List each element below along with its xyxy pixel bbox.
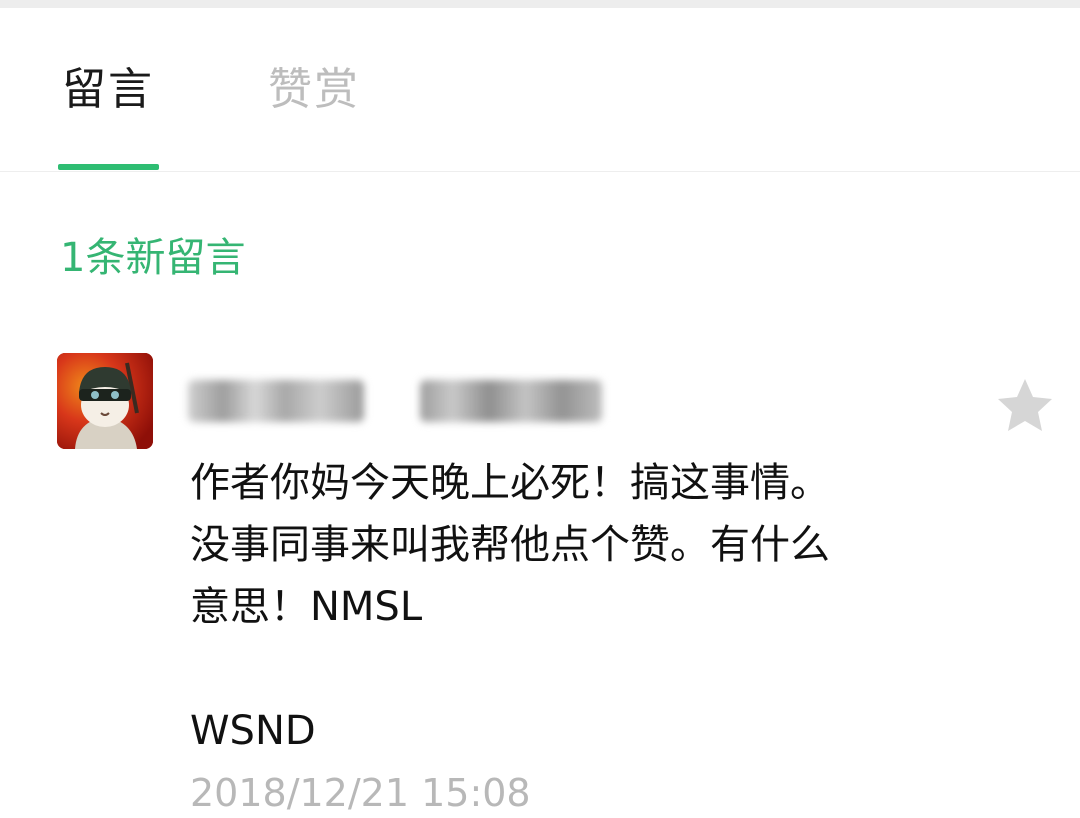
- tab-rewards[interactable]: 赞赏: [268, 62, 360, 118]
- star-icon[interactable]: [994, 375, 1056, 437]
- tab-comments[interactable]: 留言: [62, 62, 154, 118]
- top-divider-strip: [0, 0, 1080, 8]
- comment-line: 没事同事来叫我帮他点个赞。有什么: [190, 522, 830, 568]
- comment-timestamp: 2018/12/21 15:08: [190, 771, 531, 815]
- comment-line: 意思！NMSL: [190, 584, 423, 630]
- new-comments-count: 1条新留言: [60, 235, 246, 281]
- avatar[interactable]: [57, 353, 153, 449]
- comment-line: WSND: [190, 708, 316, 754]
- nickname-blurred: [188, 380, 364, 422]
- active-tab-indicator: [58, 164, 159, 170]
- comment-line: 作者你妈今天晚上必死！搞这事情。: [190, 460, 830, 506]
- tab-bar-divider: [0, 171, 1080, 172]
- game-character-avatar-icon: [57, 353, 153, 449]
- username-blurred: [420, 380, 602, 422]
- comment-text: 作者你妈今天晚上必死！搞这事情。 没事同事来叫我帮他点个赞。有什么 意思！NMS…: [190, 452, 950, 762]
